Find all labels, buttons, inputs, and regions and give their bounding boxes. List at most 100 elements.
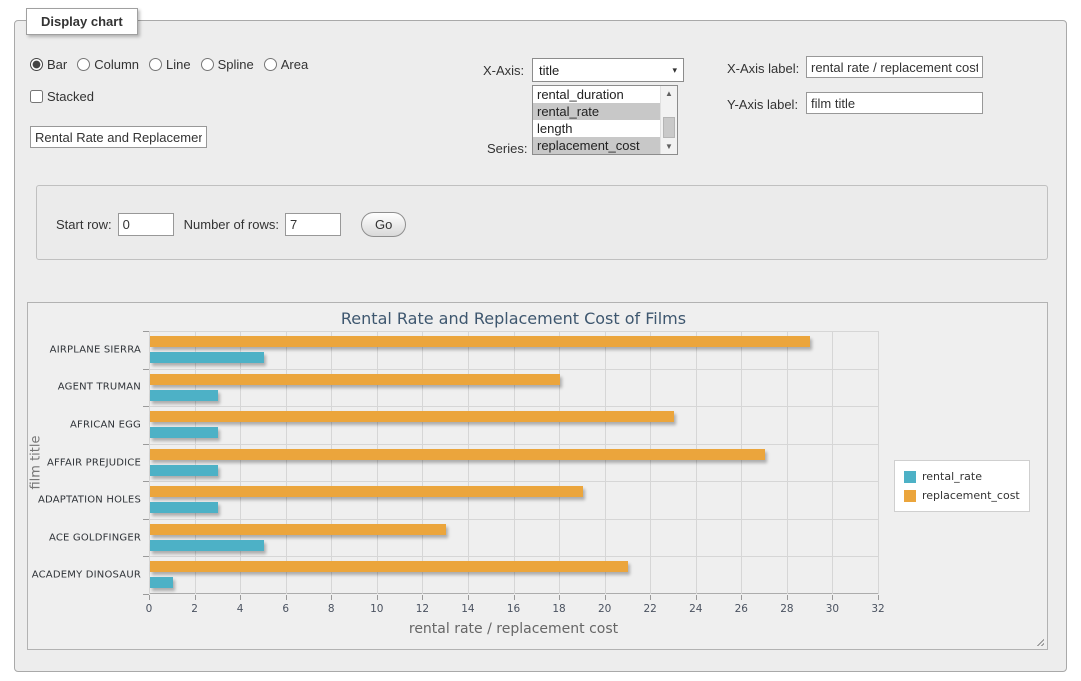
go-button[interactable]: Go — [361, 212, 406, 237]
radio-bar-label: Bar — [47, 57, 67, 72]
gridline-horizontal — [149, 406, 878, 407]
bar-replacement_cost — [150, 411, 674, 422]
y-axis-label-input[interactable] — [806, 92, 983, 114]
x-axis-tick — [605, 595, 606, 600]
stacked-checkbox-row[interactable]: Stacked — [30, 89, 94, 104]
y-axis-tick — [143, 594, 149, 595]
rows-panel: Start row: Number of rows: Go — [36, 185, 1048, 260]
x-axis-tick-label: 6 — [282, 603, 289, 615]
x-axis-tick-label: 18 — [552, 603, 565, 615]
x-axis-tick-label: 8 — [328, 603, 335, 615]
x-axis-tick-label: 26 — [735, 603, 748, 615]
series-option-rental-duration[interactable]: rental_duration — [533, 86, 660, 103]
num-rows-label: Number of rows: — [184, 217, 279, 232]
chevron-down-icon: ▾ — [672, 65, 677, 76]
x-axis-tick — [878, 595, 879, 600]
x-axis-select[interactable]: title ▾ — [532, 58, 684, 82]
radio-area-input[interactable] — [264, 58, 277, 71]
stacked-label: Stacked — [47, 89, 94, 104]
bar-rental_rate — [150, 390, 218, 401]
bar-replacement_cost — [150, 374, 560, 385]
gridline-horizontal — [149, 369, 878, 370]
x-axis-tick — [331, 595, 332, 600]
legend-label: replacement_cost — [922, 489, 1020, 502]
scroll-up-icon[interactable]: ▲ — [661, 86, 677, 101]
bar-rental_rate — [150, 502, 218, 513]
category-label: AFRICAN EGG — [31, 419, 141, 430]
series-option-replacement-cost[interactable]: replacement_cost — [533, 137, 660, 154]
gridline-vertical — [559, 331, 560, 594]
gridline-vertical — [696, 331, 697, 594]
gridline-vertical — [331, 331, 332, 594]
bar-rental_rate — [150, 352, 264, 363]
x-axis-tick-label: 2 — [191, 603, 198, 615]
radio-bar-input[interactable] — [30, 58, 43, 71]
gridline-vertical — [514, 331, 515, 594]
radio-column-label: Column — [94, 57, 139, 72]
stacked-checkbox[interactable] — [30, 90, 43, 103]
x-axis-selected-value: title — [539, 63, 559, 78]
x-axis-tick — [787, 595, 788, 600]
x-axis-tick — [286, 595, 287, 600]
series-option-rental-rate[interactable]: rental_rate — [533, 103, 660, 120]
gridline-vertical — [832, 331, 833, 594]
gridline-vertical — [468, 331, 469, 594]
gridline-vertical — [650, 331, 651, 594]
x-axis-tick — [422, 595, 423, 600]
x-axis-tick — [514, 595, 515, 600]
category-label: AFFAIR PREJUDICE — [31, 457, 141, 468]
gridline-vertical — [787, 331, 788, 594]
gridline-horizontal — [149, 444, 878, 445]
x-axis-select-label: X-Axis: — [483, 63, 524, 78]
x-axis-label-label: X-Axis label: — [727, 61, 799, 76]
fieldset-legend: Display chart — [26, 8, 138, 35]
radio-column-input[interactable] — [77, 58, 90, 71]
scrollbar-thumb[interactable] — [663, 117, 675, 138]
gridline-horizontal — [149, 556, 878, 557]
x-axis-tick-label: 30 — [826, 603, 839, 615]
radio-spline-label: Spline — [218, 57, 254, 72]
x-axis-tick-label: 10 — [370, 603, 383, 615]
scroll-down-icon[interactable]: ▼ — [661, 139, 677, 154]
x-axis-label-input[interactable] — [806, 56, 983, 78]
legend-item-replacement-cost[interactable]: replacement_cost — [904, 486, 1020, 505]
category-label: ACADEMY DINOSAUR — [31, 570, 141, 581]
radio-spline[interactable]: Spline — [201, 57, 254, 72]
gridline-vertical — [377, 331, 378, 594]
gridline-vertical — [195, 331, 196, 594]
x-axis-tick-label: 14 — [461, 603, 474, 615]
series-multiselect: rental_duration rental_rate length repla… — [532, 85, 678, 155]
bar-rental_rate — [150, 465, 218, 476]
radio-area[interactable]: Area — [264, 57, 308, 72]
x-axis-tick-label: 4 — [237, 603, 244, 615]
chart-title-input[interactable] — [30, 126, 207, 148]
resize-handle[interactable] — [1034, 636, 1044, 646]
x-axis-tick — [468, 595, 469, 600]
start-row-input[interactable] — [118, 213, 174, 236]
radio-bar[interactable]: Bar — [30, 57, 67, 72]
gridline-vertical — [741, 331, 742, 594]
series-option-length[interactable]: length — [533, 120, 660, 137]
y-axis-tick — [143, 481, 149, 482]
y-axis-label-label: Y-Axis label: — [727, 97, 798, 112]
bar-replacement_cost — [150, 336, 810, 347]
radio-spline-input[interactable] — [201, 58, 214, 71]
chart-x-axis-title: rental rate / replacement cost — [149, 621, 878, 637]
series-scrollbar[interactable]: ▲ ▼ — [660, 86, 677, 154]
legend-item-rental-rate[interactable]: rental_rate — [904, 467, 1020, 486]
x-axis-tick-label: 22 — [644, 603, 657, 615]
plot-area — [149, 331, 878, 594]
radio-area-label: Area — [281, 57, 308, 72]
y-axis-tick — [143, 556, 149, 557]
bar-rental_rate — [150, 540, 264, 551]
radio-line-input[interactable] — [149, 58, 162, 71]
num-rows-input[interactable] — [285, 213, 341, 236]
radio-line[interactable]: Line — [149, 57, 191, 72]
x-axis-tick-label: 24 — [689, 603, 702, 615]
x-axis-tick — [832, 595, 833, 600]
bar-replacement_cost — [150, 561, 628, 572]
radio-column[interactable]: Column — [77, 57, 139, 72]
x-axis-tick — [377, 595, 378, 600]
gridline-vertical — [240, 331, 241, 594]
legend-swatch-icon — [904, 490, 916, 502]
